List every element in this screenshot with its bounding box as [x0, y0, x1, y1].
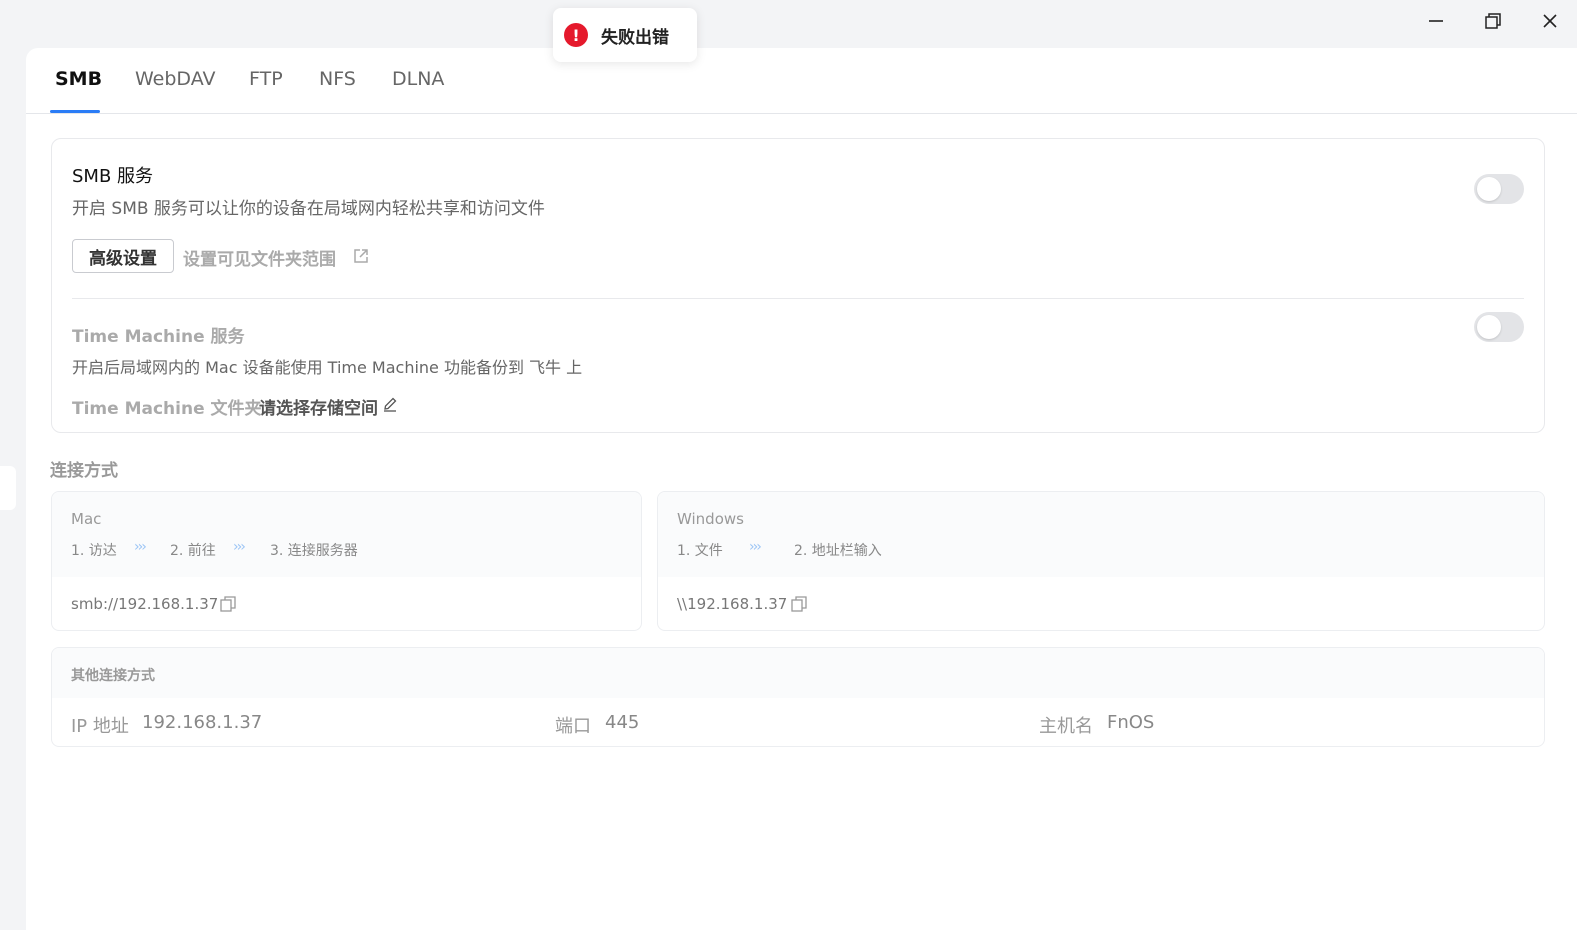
smb-title: SMB 服务 — [72, 166, 154, 187]
smb-service-card: SMB 服务 开启 SMB 服务可以让你的设备在局域网内轻松共享和访问文件 高级… — [51, 138, 1545, 433]
external-link-icon[interactable] — [352, 247, 370, 265]
time-machine-description: 开启后局域网内的 Mac 设备能使用 Time Machine 功能备份到 飞牛… — [72, 358, 583, 377]
windows-card-header — [658, 492, 1544, 577]
connection-section-title: 连接方式 — [50, 461, 118, 481]
port-value: 445 — [605, 712, 640, 733]
main-panel: SMB WebDAV FTP NFS DLNA SMB 服务 开启 SMB 服务… — [26, 48, 1577, 930]
port-label: 端口 — [555, 716, 591, 737]
other-connection-title: 其他连接方式 — [71, 668, 155, 684]
active-tab-indicator — [50, 110, 100, 113]
copy-icon[interactable] — [790, 595, 808, 613]
time-machine-folder-value[interactable]: 请选择存储空间 — [259, 394, 378, 419]
error-toast: ! 失败出错 — [553, 8, 697, 62]
tab-nfs[interactable]: NFS — [319, 68, 356, 90]
mac-step-2: 2. 前往 — [170, 543, 216, 559]
mac-address: smb://192.168.1.37 — [71, 595, 219, 613]
toggle-knob — [1477, 177, 1501, 201]
windows-title: Windows — [677, 510, 744, 528]
chevron-right-icon: ››› — [749, 539, 762, 555]
time-machine-folder-label: Time Machine 文件夹 — [72, 399, 262, 419]
time-machine-title: Time Machine 服务 — [72, 327, 245, 347]
error-icon: ! — [564, 23, 588, 47]
tab-ftp[interactable]: FTP — [249, 68, 283, 90]
smb-toggle[interactable] — [1474, 174, 1524, 204]
sidebar-handle[interactable] — [0, 466, 16, 510]
smb-description: 开启 SMB 服务可以让你的设备在局域网内轻松共享和访问文件 — [72, 199, 545, 219]
mac-title: Mac — [71, 510, 102, 528]
mac-connection-card: Mac 1. 访达 ››› 2. 前往 ››› 3. 连接服务器 smb://1… — [51, 491, 642, 631]
maximize-button[interactable] — [1478, 6, 1508, 36]
close-icon — [1543, 14, 1557, 28]
toggle-knob — [1477, 315, 1501, 339]
minimize-button[interactable] — [1421, 6, 1451, 36]
tab-bar: SMB WebDAV FTP NFS DLNA — [26, 48, 1577, 114]
other-connection-card: 其他连接方式 IP 地址 192.168.1.37 端口 445 主机名 FnO… — [51, 647, 1545, 747]
tab-smb[interactable]: SMB — [55, 68, 102, 90]
mac-step-1: 1. 访达 — [71, 543, 117, 559]
windows-connection-card: Windows 1. 文件 ››› 2. 地址栏输入 \\192.168.1.3… — [657, 491, 1545, 631]
hostname-label: 主机名 — [1039, 716, 1093, 737]
copy-icon[interactable] — [219, 595, 237, 613]
time-machine-toggle[interactable] — [1474, 312, 1524, 342]
close-button[interactable] — [1535, 6, 1565, 36]
ip-label: IP 地址 — [71, 716, 129, 737]
toast-message: 失败出错 — [601, 27, 669, 48]
windows-step-1: 1. 文件 — [677, 543, 723, 559]
tab-dlna[interactable]: DLNA — [392, 68, 444, 90]
minimize-icon — [1429, 20, 1443, 22]
windows-step-2: 2. 地址栏输入 — [794, 543, 882, 559]
hostname-value: FnOS — [1107, 712, 1155, 733]
advanced-settings-button[interactable]: 高级设置 — [72, 239, 174, 273]
chevron-right-icon: ››› — [233, 539, 246, 555]
ip-value: 192.168.1.37 — [142, 712, 263, 733]
mac-card-header — [52, 492, 641, 577]
chevron-right-icon: ››› — [134, 539, 147, 555]
other-card-header — [52, 648, 1544, 698]
mac-step-3: 3. 连接服务器 — [270, 543, 358, 559]
divider — [72, 298, 1524, 299]
windows-address: \\192.168.1.37 — [677, 595, 788, 613]
tab-webdav[interactable]: WebDAV — [135, 68, 216, 90]
edit-icon[interactable] — [382, 396, 398, 412]
restore-icon — [1485, 13, 1501, 29]
folder-scope-link[interactable]: 设置可见文件夹范围 — [183, 245, 336, 270]
